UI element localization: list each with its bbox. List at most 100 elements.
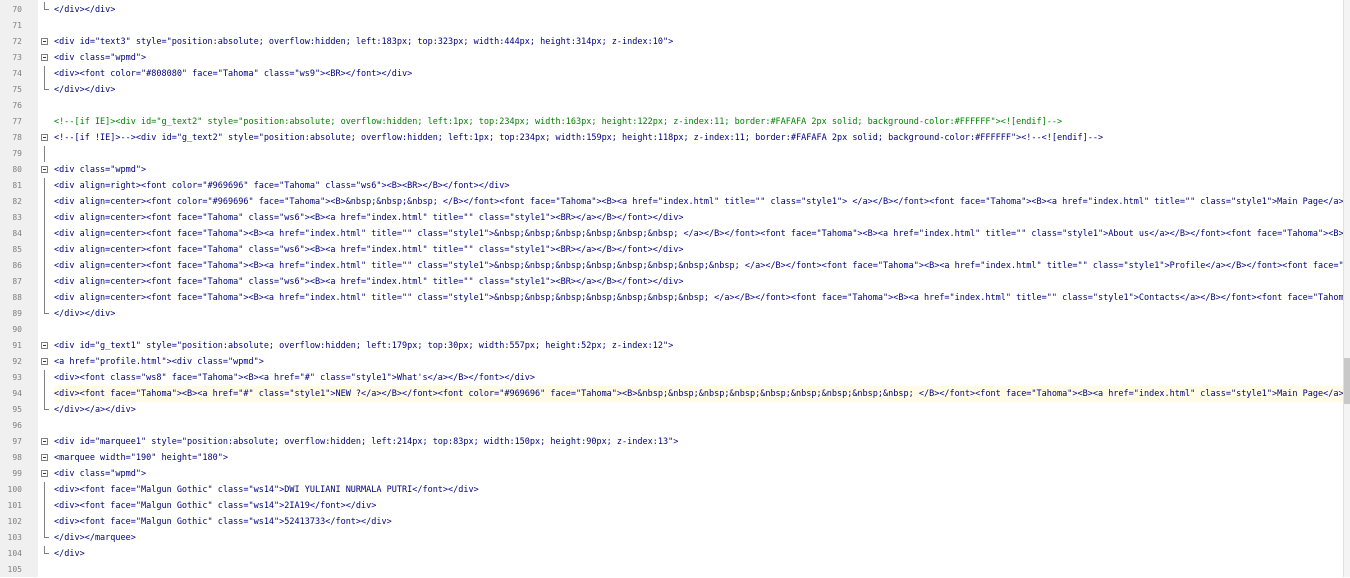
fold-toggle-icon[interactable] — [41, 454, 48, 461]
code-line[interactable]: 101 <div><font face="Malgun Gothic" class… — [0, 498, 1344, 514]
fold-toggle-icon[interactable] — [41, 358, 48, 365]
line-number: 71 — [12, 21, 22, 30]
fold-toggle-icon[interactable] — [41, 470, 48, 477]
code-text: </div></div> — [54, 309, 116, 319]
code-line[interactable]: 72 <div id="text3" style="position:absolu… — [0, 34, 1344, 50]
fold-toggle-icon[interactable] — [41, 134, 48, 141]
fold-toggle-icon[interactable] — [41, 342, 48, 349]
code-text: <div><font face="Malgun Gothic" class="w… — [54, 485, 479, 495]
code-line[interactable]: 94 <div><font face="Tahoma"><B><a href="#… — [0, 386, 1344, 402]
code-text: <div align=center><font face="Tahoma" cl… — [54, 213, 684, 223]
line-number: 97 — [12, 437, 22, 446]
line-number: 70 — [12, 5, 22, 14]
code-line[interactable]: 103 </div></marquee> — [0, 530, 1344, 546]
line-number: 81 — [12, 181, 22, 190]
fold-guide — [44, 178, 45, 194]
code-line[interactable]: 76 — [0, 98, 1344, 114]
line-number: 88 — [12, 293, 22, 302]
scrollbar-thumb[interactable] — [1344, 358, 1350, 404]
code-line[interactable]: 102 <div><font face="Malgun Gothic" class… — [0, 514, 1344, 530]
fold-guide — [44, 274, 45, 290]
code-line[interactable]: 99 <div class="wpmd"> — [0, 466, 1344, 482]
fold-end-marker — [44, 2, 49, 10]
code-line[interactable]: 82 <div align=center><font color="#969696… — [0, 194, 1344, 210]
fold-end-marker — [44, 306, 49, 314]
code-text: <div class="wpmd"> — [54, 165, 147, 175]
code-line[interactable]: 70 </div></div> — [0, 2, 1344, 18]
code-text: </div></div> — [54, 5, 116, 15]
code-line[interactable]: 104 </div> — [0, 546, 1344, 562]
code-line[interactable]: 78 <!--[if !IE]>--><div id="g_text2" styl… — [0, 130, 1344, 146]
line-number: 77 — [12, 117, 22, 126]
code-line[interactable]: 93 <div><font class="ws8" face="Tahoma"><… — [0, 370, 1344, 386]
fold-end-marker — [44, 530, 49, 538]
fold-toggle-icon[interactable] — [41, 54, 48, 61]
line-number: 92 — [12, 357, 22, 366]
line-number: 73 — [12, 53, 22, 62]
code-line[interactable]: 90 — [0, 322, 1344, 338]
line-number: 84 — [12, 229, 22, 238]
code-line[interactable]: 95 </div></a></div> — [0, 402, 1344, 418]
code-line[interactable]: 88 <div align=center><font face="Tahoma">… — [0, 290, 1344, 306]
fold-toggle-icon[interactable] — [41, 166, 48, 173]
vertical-scrollbar[interactable] — [1343, 0, 1350, 577]
code-text: <div><font color="#808080" face="Tahoma"… — [54, 69, 413, 79]
line-number: 86 — [12, 261, 22, 270]
code-text: <div align=center><font face="Tahoma"><B… — [54, 229, 1344, 239]
code-line[interactable]: 71 — [0, 18, 1344, 34]
code-line[interactable]: 84 <div align=center><font face="Tahoma">… — [0, 226, 1344, 242]
fold-end-marker — [44, 546, 49, 554]
code-line[interactable]: 73 <div class="wpmd"> — [0, 50, 1344, 66]
code-text: <marquee width="190" height="180"> — [54, 453, 228, 463]
line-number: 90 — [12, 325, 22, 334]
code-text: <div id="g_text1" style="position:absolu… — [54, 341, 674, 351]
fold-guide — [44, 210, 45, 226]
fold-end-marker — [44, 82, 49, 90]
code-line[interactable]: 96 — [0, 418, 1344, 434]
code-line[interactable]: 89 </div></div> — [0, 306, 1344, 322]
code-line[interactable]: 85 <div align=center><font face="Tahoma" … — [0, 242, 1344, 258]
code-line[interactable]: 97 <div id="marquee1" style="position:abs… — [0, 434, 1344, 450]
code-line[interactable]: 80 <div class="wpmd"> — [0, 162, 1344, 178]
fold-guide — [44, 498, 45, 514]
fold-guide — [44, 226, 45, 242]
code-text: <a href="profile.html"><div class="wpmd"… — [54, 357, 264, 367]
fold-end-marker — [44, 402, 49, 410]
line-number: 80 — [12, 165, 22, 174]
code-text: <div><font face="Tahoma"><B><a href="#" … — [54, 386, 1344, 402]
code-line[interactable]: 105 — [0, 562, 1344, 578]
line-number: 94 — [12, 389, 22, 398]
line-number: 103 — [7, 533, 22, 542]
code-line[interactable]: 100 <div><font face="Malgun Gothic" class… — [0, 482, 1344, 498]
fold-toggle-icon[interactable] — [41, 38, 48, 45]
code-line[interactable]: 74 <div><font color="#808080" face="Tahom… — [0, 66, 1344, 82]
code-text: <div><font class="ws8" face="Tahoma"><B>… — [54, 373, 536, 383]
fold-toggle-icon[interactable] — [41, 438, 48, 445]
code-line[interactable]: 83 <div align=center><font face="Tahoma" … — [0, 210, 1344, 226]
code-text: </div></div> — [54, 85, 116, 95]
code-line[interactable]: 81 <div align=right><font color="#969696"… — [0, 178, 1344, 194]
line-number: 82 — [12, 197, 22, 206]
code-text: <!--[if IE]><div id="g_text2" style="pos… — [54, 117, 1063, 127]
code-line[interactable]: 75 </div></div> — [0, 82, 1344, 98]
code-line[interactable]: 79 — [0, 146, 1344, 162]
code-text: </div> — [54, 549, 85, 559]
line-number: 102 — [7, 517, 22, 526]
code-line[interactable]: 86 <div align=center><font face="Tahoma">… — [0, 258, 1344, 274]
code-line[interactable]: 77 <!--[if IE]><div id="g_text2" style="p… — [0, 114, 1344, 130]
line-number: 85 — [12, 245, 22, 254]
code-editor[interactable]: 70 </div></div> 71 72 <div id="text3" style=… — [0, 0, 1350, 577]
code-text: <div id="text3" style="position:absolute… — [54, 37, 674, 47]
code-line[interactable]: 98 <marquee width="190" height="180"> — [0, 450, 1344, 466]
fold-guide — [44, 146, 45, 162]
code-text: <div class="wpmd"> — [54, 53, 147, 63]
fold-guide — [44, 370, 45, 386]
line-number: 75 — [12, 85, 22, 94]
code-line[interactable]: 87 <div align=center><font face="Tahoma" … — [0, 274, 1344, 290]
code-line[interactable]: 91 <div id="g_text1" style="position:abso… — [0, 338, 1344, 354]
line-number: 83 — [12, 213, 22, 222]
code-line[interactable]: 92 <a href="profile.html"><div class="wpm… — [0, 354, 1344, 370]
code-text: <div id="marquee1" style="position:absol… — [54, 437, 679, 447]
fold-guide — [44, 290, 45, 306]
fold-guide — [44, 194, 45, 210]
